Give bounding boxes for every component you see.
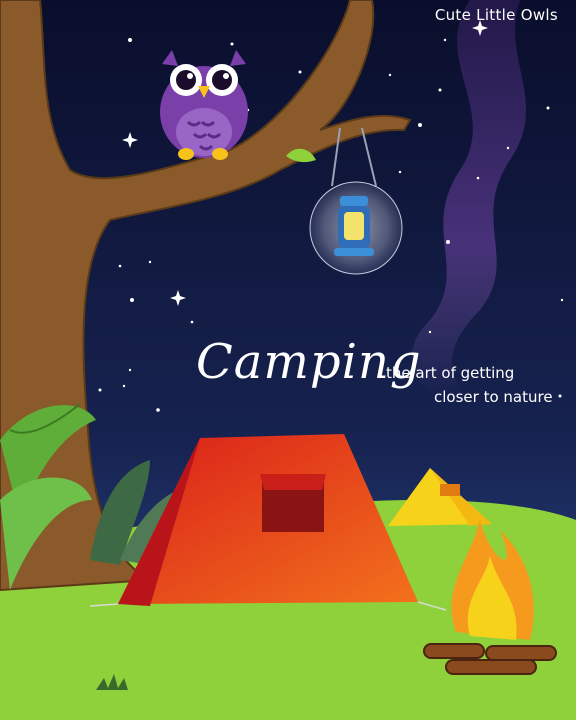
brand-logo-text: Cute Little Owls [434,6,558,24]
tagline-line2: closer to nature [434,388,553,406]
tagline-line1: the art of getting [386,364,515,382]
camping-illustration: Cute Little Owls Camping the art of gett… [0,0,576,720]
